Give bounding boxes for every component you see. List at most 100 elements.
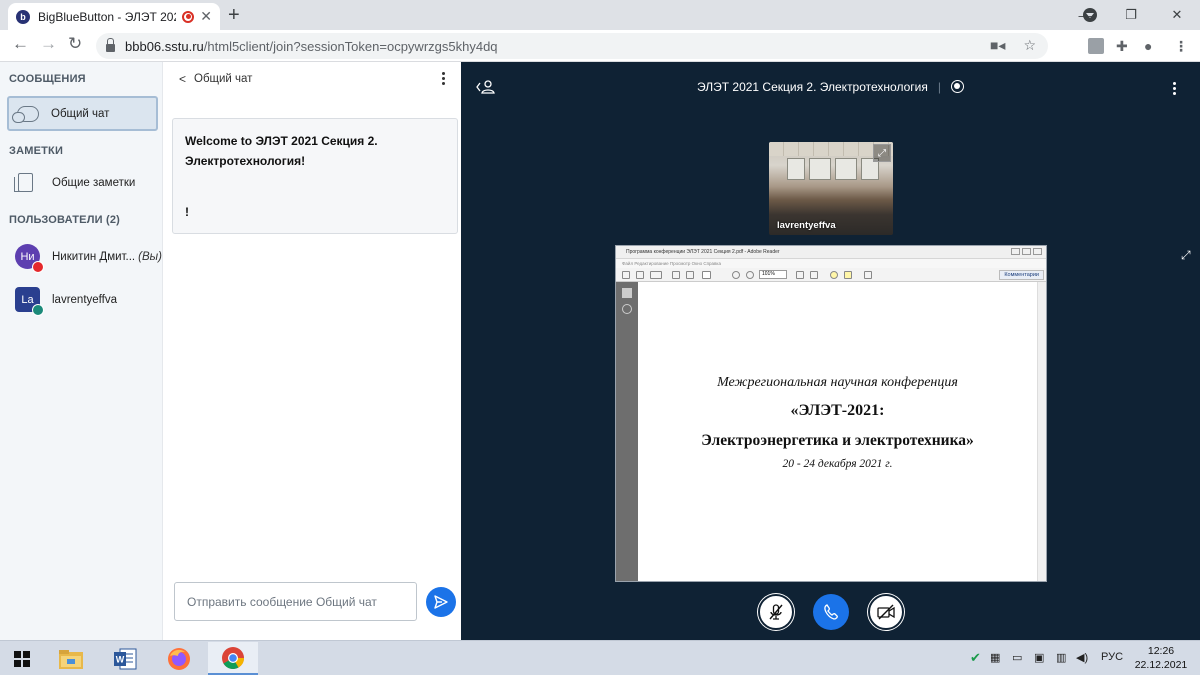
security-shield-icon[interactable]: ✔ — [970, 650, 981, 666]
pdf-window-title: Программа конференции ЭЛЭТ 2021 Секция 2… — [616, 246, 1046, 259]
address-bar[interactable]: bbb06.sstu.ru/html5client/join?sessionTo… — [96, 33, 1048, 59]
camera-permission-icon[interactable]: ■◂ — [990, 37, 1005, 54]
window-close-button[interactable]: ✕ — [1154, 0, 1200, 30]
extension-photo-icon[interactable] — [1088, 38, 1104, 54]
zoom-field: 101% — [759, 270, 787, 279]
pdf-menu: Файл Редактирование Просмотр Окно Справк… — [616, 259, 1046, 268]
messages-section-header: СООБЩЕНИЯ — [9, 73, 86, 85]
meeting-title-bar: ЭЛЭТ 2021 Секция 2. Электротехнология | — [461, 80, 1200, 94]
user-list-item[interactable]: Ни Никитин Дмит... (Вы) — [15, 244, 162, 273]
comments-button: Комментарии — [999, 270, 1044, 280]
chevron-left-icon: < — [179, 72, 187, 86]
send-message-button[interactable] — [426, 587, 456, 617]
email-icon — [650, 271, 662, 279]
taskbar-file-explorer[interactable] — [46, 642, 96, 675]
public-chat-item[interactable]: Общий чат — [7, 96, 158, 131]
browser-tab[interactable]: b BigBlueButton - ЭЛЭТ 2021 С ✕ — [8, 3, 220, 30]
window-controls: — ❐ ✕ — [1062, 0, 1200, 30]
clock-time: 12:26 — [1147, 645, 1175, 657]
reload-icon[interactable]: ↻ — [68, 34, 82, 54]
fit-width-icon — [810, 271, 818, 279]
avatar: Ни — [15, 244, 44, 273]
print-icon — [636, 271, 644, 279]
tab-close-icon[interactable]: ✕ — [200, 8, 212, 25]
taskbar-firefox[interactable] — [154, 642, 204, 675]
public-chat-label: Общий чат — [51, 107, 110, 120]
display-icon[interactable]: ▣ — [1034, 651, 1044, 664]
page-number-field — [702, 271, 711, 279]
action-bar — [461, 592, 1200, 632]
slide-line-1: Межрегиональная научная конференция — [717, 375, 958, 390]
svg-text:W: W — [116, 654, 125, 664]
pdf-toolbar: 101% Комментарии — [616, 268, 1046, 282]
taskbar-word[interactable]: W — [100, 642, 150, 675]
avatar-initials: La — [21, 293, 34, 306]
browser-toolbar: ← → ↻ bbb06.sstu.ru/html5client/join?ses… — [0, 30, 1200, 86]
pdf-tool-icon — [622, 271, 630, 279]
welcome-second-line: ! — [185, 205, 189, 219]
profile-icon[interactable]: ● — [1144, 36, 1152, 56]
fullscreen-icon[interactable]: ⤢ — [873, 144, 891, 162]
presentation-fullscreen-icon[interactable]: ⤢ — [1181, 248, 1191, 263]
comment-icon — [830, 271, 838, 279]
extensions-puzzle-icon[interactable]: ✚ — [1116, 36, 1128, 56]
highlight-icon — [844, 271, 852, 279]
expand-icon — [864, 271, 872, 279]
user-you-suffix: (Вы) — [138, 250, 162, 263]
share-webcam-button[interactable] — [868, 594, 904, 630]
attachments-icon — [622, 304, 632, 314]
presentation-slide[interactable]: Программа конференции ЭЛЭТ 2021 Секция 2… — [615, 245, 1047, 582]
browser-menu-icon[interactable]: ⋮ — [1174, 36, 1188, 56]
chat-options-icon[interactable] — [442, 72, 446, 87]
welcome-message: Welcome to ЭЛЭТ 2021 Секция 2. Электроте… — [172, 118, 458, 234]
presenter-status-icon — [32, 304, 44, 316]
input-language[interactable]: РУС — [1101, 651, 1123, 663]
muted-status-icon — [32, 261, 44, 273]
leave-audio-button[interactable] — [813, 594, 849, 630]
pages-icon — [622, 288, 632, 298]
minimize-button[interactable]: — — [1062, 0, 1108, 30]
pdf-scrollbar — [1037, 282, 1046, 581]
restore-button[interactable]: ❐ — [1108, 0, 1154, 30]
users-section-header: ПОЛЬЗОВАТЕЛИ (2) — [9, 214, 121, 226]
taskbar-chrome[interactable] — [208, 642, 258, 675]
options-menu-icon[interactable] — [1173, 82, 1176, 97]
notes-icon — [14, 173, 33, 192]
forward-arrow-icon[interactable]: → — [40, 34, 57, 54]
slide-line-4: 20 - 24 декабря 2021 г. — [782, 458, 893, 470]
shared-notes-item[interactable]: Общие заметки — [14, 173, 136, 192]
fit-page-icon — [796, 271, 804, 279]
taskbar-clock[interactable]: 12:26 22.12.2021 — [1130, 644, 1192, 672]
network-icon[interactable]: ▥ — [1056, 651, 1066, 664]
user-list-item[interactable]: La lavrentyeffva — [15, 287, 117, 316]
phone-icon — [824, 604, 838, 620]
devices-icon[interactable]: ▦ — [990, 651, 1000, 664]
url-path: /html5client/join?sessionToken=ocpywrzgs… — [203, 38, 498, 54]
chat-bubbles-icon — [12, 105, 39, 123]
back-arrow-icon[interactable]: ← — [12, 34, 29, 54]
chat-message-input[interactable]: Отправить сообщение Общий чат — [174, 582, 417, 621]
zoom-out-icon — [732, 271, 740, 279]
pdf-body: Межрегиональная научная конференция «ЭЛЭ… — [616, 282, 1046, 581]
windows-taskbar: W ✔ ▦ ▭ ▣ ▥ ◀) РУС 12:26 22.12.2021 — [0, 640, 1200, 675]
record-icon[interactable] — [950, 80, 964, 93]
arrow-up-icon — [672, 271, 680, 279]
clock-date: 22.12.2021 — [1134, 659, 1188, 671]
notes-section-header: ЗАМЕТКИ — [9, 145, 64, 157]
bookmark-star-icon[interactable]: ☆ — [1023, 37, 1036, 54]
new-tab-button[interactable]: + — [228, 4, 240, 27]
zoom-in-icon — [746, 271, 754, 279]
shared-notes-label: Общие заметки — [52, 176, 136, 189]
webcam-video[interactable]: lavrentyeffva ⤢ — [769, 142, 893, 235]
slide-line-3: Электроэнергетика и электротехника» — [701, 432, 974, 449]
webcam-username[interactable]: lavrentyeffva — [777, 220, 836, 231]
avatar: La — [15, 287, 44, 316]
chat-header[interactable]: < Общий чат — [179, 72, 252, 86]
start-button[interactable] — [0, 642, 44, 675]
word-icon: W — [114, 648, 137, 669]
volume-icon[interactable]: ◀) — [1076, 651, 1088, 664]
chat-panel: < Общий чат Welcome to ЭЛЭТ 2021 Секция … — [163, 62, 461, 640]
battery-icon[interactable]: ▭ — [1012, 651, 1022, 664]
unmute-button[interactable] — [758, 594, 794, 630]
bbb-app: СООБЩЕНИЯ Общий чат ЗАМЕТКИ Общие заметк… — [0, 62, 1200, 640]
